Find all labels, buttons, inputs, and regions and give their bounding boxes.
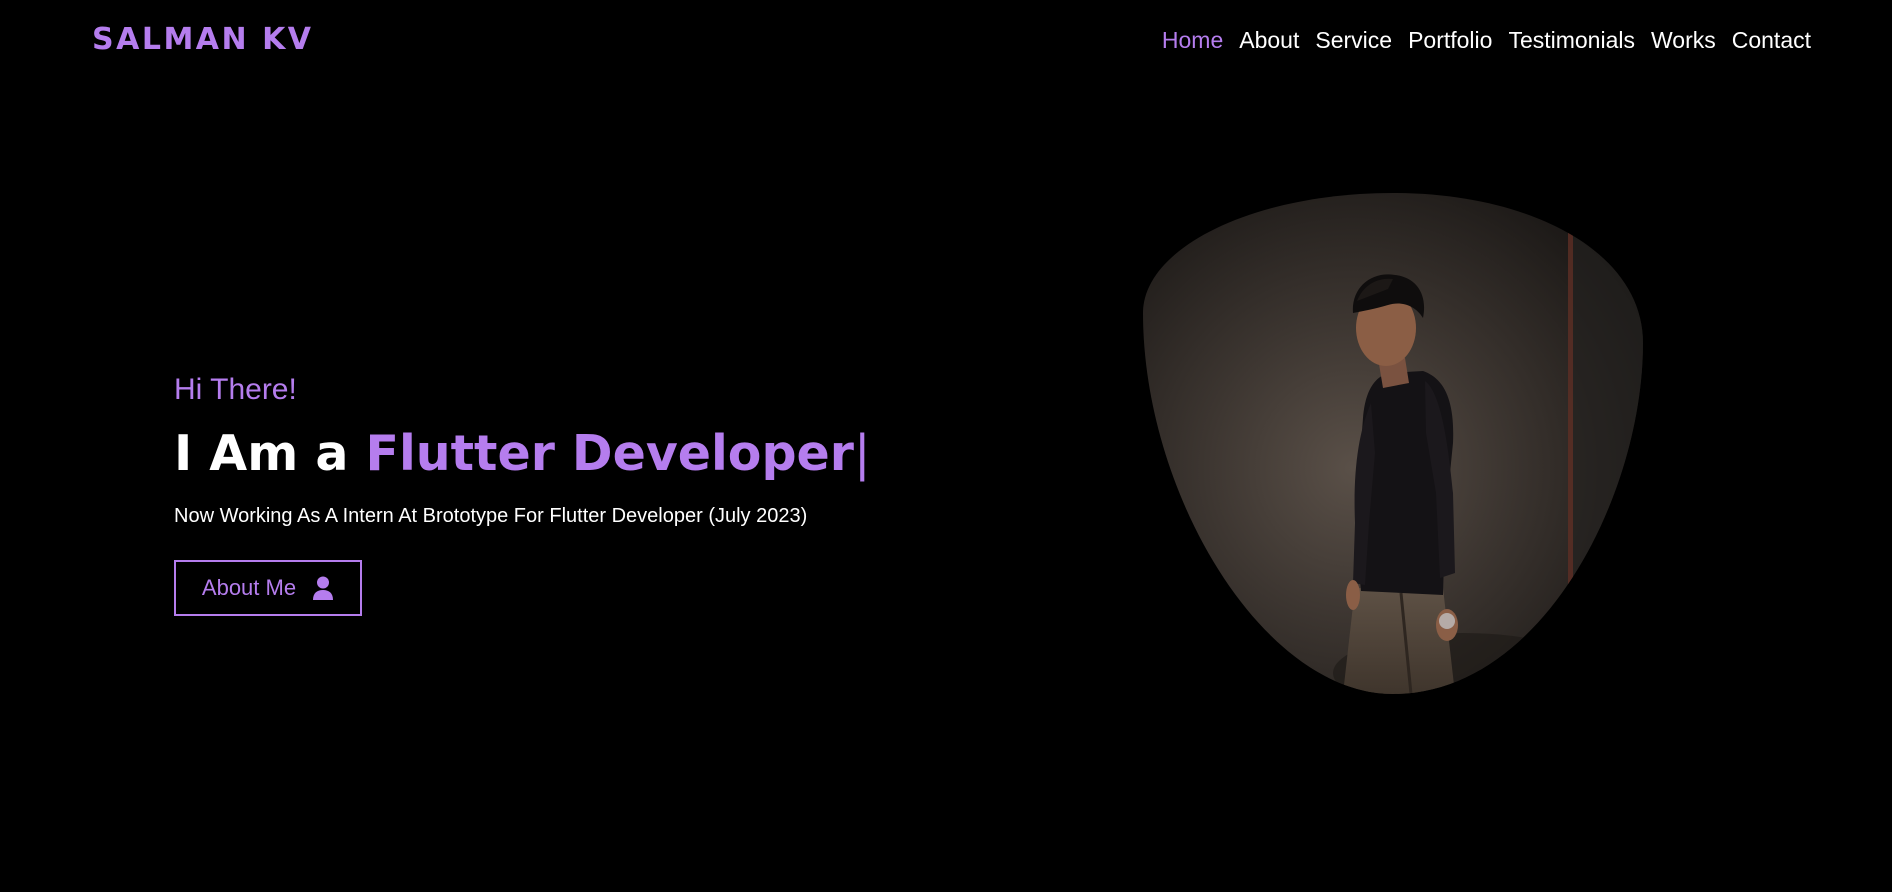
nav-contact[interactable]: Contact xyxy=(1732,27,1811,54)
main-nav: Home About Service Portfolio Testimonial… xyxy=(1162,27,1811,54)
hero-section: Hi There! I Am a Flutter Developer| Now … xyxy=(174,370,1074,616)
profile-photo-image xyxy=(1143,193,1643,694)
nav-works[interactable]: Works xyxy=(1651,27,1716,54)
brand-logo[interactable]: SALMAN KV xyxy=(92,22,314,57)
nav-portfolio[interactable]: Portfolio xyxy=(1408,27,1492,54)
hero-greeting: Hi There! xyxy=(174,373,297,406)
about-me-button-label: About Me xyxy=(201,575,297,600)
headline-role: Flutter Developer xyxy=(365,425,854,482)
hero-headline: I Am a Flutter Developer| xyxy=(174,422,1074,486)
hero-subtitle: Now Working As A Intern At Brototype For… xyxy=(174,505,808,527)
site-header: SALMAN KV Home About Service Portfolio T… xyxy=(0,0,1892,84)
nav-home[interactable]: Home xyxy=(1162,27,1223,54)
page: SALMAN KV Home About Service Portfolio T… xyxy=(0,0,1892,892)
typing-cursor: | xyxy=(853,425,871,482)
nav-service[interactable]: Service xyxy=(1315,27,1392,54)
profile-photo xyxy=(1143,193,1643,694)
about-me-button[interactable]: About Me xyxy=(174,560,362,616)
nav-testimonials[interactable]: Testimonials xyxy=(1508,27,1635,54)
headline-prefix: I Am a xyxy=(174,425,366,482)
nav-about[interactable]: About xyxy=(1239,27,1299,54)
user-icon xyxy=(313,576,334,600)
